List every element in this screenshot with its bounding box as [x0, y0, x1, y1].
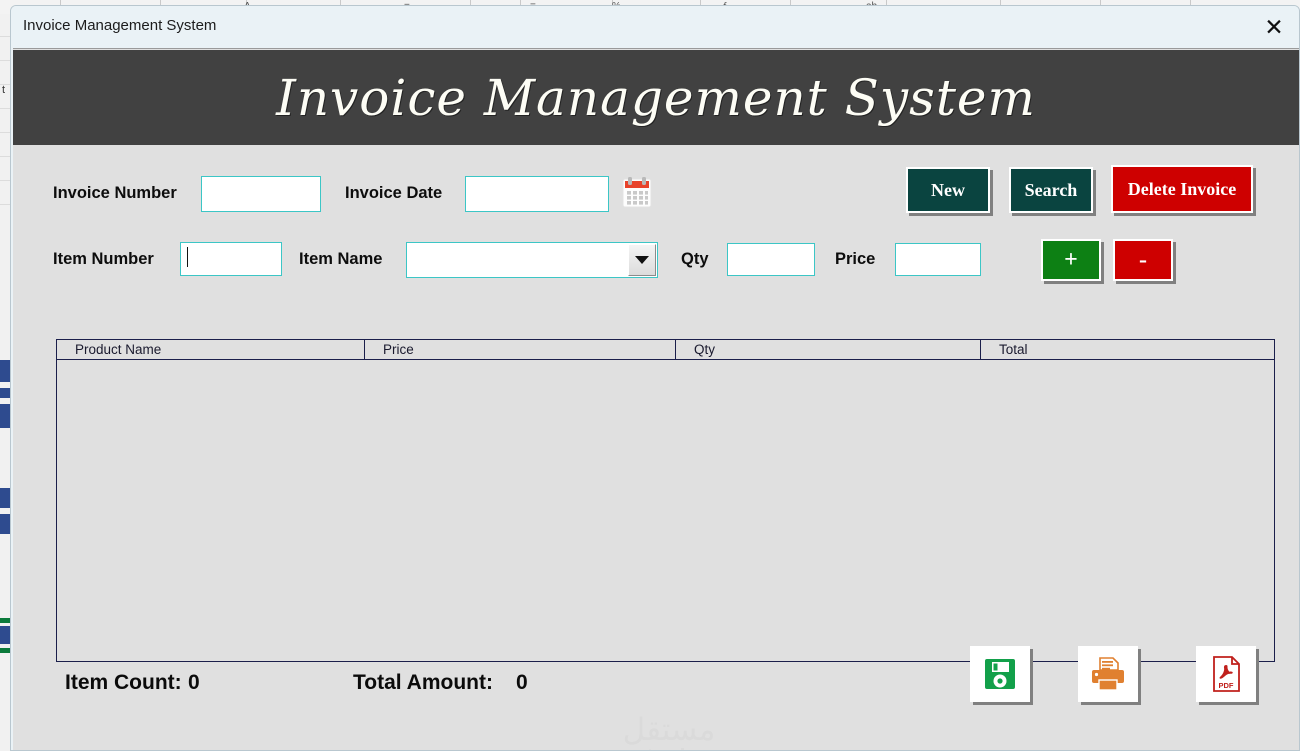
page-title: Invoice Management System [276, 68, 1036, 127]
window-titlebar: Invoice Management System ✕ [11, 6, 1299, 48]
invoice-date-label: Invoice Date [345, 184, 443, 202]
grid-col-qty[interactable]: Qty [676, 340, 981, 359]
svg-text:PDF: PDF [1219, 681, 1234, 690]
item-number-label: Item Number [53, 250, 154, 268]
printer-icon [1092, 657, 1124, 691]
close-icon[interactable]: ✕ [1255, 10, 1293, 44]
delete-invoice-button[interactable]: Delete Invoice [1111, 165, 1253, 213]
item-name-select[interactable] [406, 242, 658, 278]
search-button[interactable]: Search [1009, 167, 1093, 213]
qty-input[interactable] [727, 243, 815, 276]
add-item-button[interactable]: + [1041, 239, 1101, 281]
qty-label: Qty [681, 250, 709, 268]
price-label: Price [835, 250, 876, 268]
watermark: مستقل mostaql.com [579, 712, 759, 751]
floppy-disk-save-icon [985, 659, 1015, 689]
chevron-down-icon[interactable] [628, 244, 656, 276]
export-pdf-button[interactable]: PDF [1196, 646, 1256, 702]
item-number-input[interactable] [180, 242, 282, 276]
save-button[interactable] [970, 646, 1030, 702]
calendar-icon[interactable] [622, 173, 652, 211]
item-count-value: 0 [188, 671, 200, 694]
watermark-arabic: مستقل [622, 712, 716, 748]
grid-body[interactable] [57, 360, 1274, 661]
remove-item-button[interactable]: - [1113, 239, 1173, 281]
invoice-number-input[interactable] [201, 176, 321, 212]
print-button[interactable] [1078, 646, 1138, 702]
grid-col-price[interactable]: Price [365, 340, 676, 359]
total-amount-label: Total Amount: [353, 671, 493, 694]
header-banner: Invoice Management System [13, 50, 1299, 145]
invoice-form-window: Invoice Management System ✕ Invoice Mana… [10, 5, 1300, 751]
invoice-date-input[interactable] [465, 176, 609, 212]
window-title: Invoice Management System [23, 17, 217, 34]
excel-cell-text: t [2, 84, 6, 96]
grid-col-total[interactable]: Total [981, 340, 1274, 359]
grid-header-row: Product Name Price Qty Total [57, 340, 1274, 360]
invoice-items-grid[interactable]: Product Name Price Qty Total [56, 339, 1275, 662]
text-caret [187, 247, 188, 267]
new-button[interactable]: New [906, 167, 990, 213]
pdf-file-icon: PDF [1213, 656, 1240, 692]
total-amount-value: 0 [516, 671, 528, 694]
item-name-label: Item Name [299, 250, 383, 268]
item-count-label: Item Count: [65, 671, 182, 694]
form-body: Invoice Management System Invoice Number… [13, 48, 1299, 750]
invoice-number-label: Invoice Number [53, 184, 177, 202]
grid-col-product-name[interactable]: Product Name [57, 340, 365, 359]
price-input[interactable] [895, 243, 981, 276]
watermark-latin: mostaql.com [601, 746, 737, 751]
